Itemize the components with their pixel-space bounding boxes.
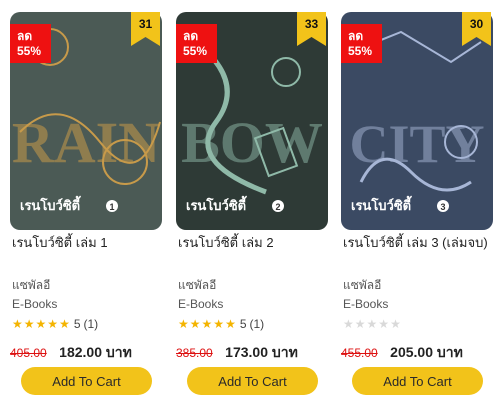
product-card: BOW เรนโบว์ซิตี้ 2 ลด 55% 33 เรนโบว์ซิตี… <box>176 12 328 402</box>
bookmark-badge: 33 <box>297 12 326 46</box>
add-to-cart-button[interactable]: Add To Cart <box>352 367 483 395</box>
rating: ★ ★ ★ ★ ★ 5 (1) <box>12 317 98 331</box>
product-author: แซพัลอี <box>12 278 51 292</box>
product-category: E-Books <box>343 297 389 311</box>
bookmark-number: 33 <box>304 17 319 31</box>
product-author: แซพัลอี <box>178 278 217 292</box>
price: 455.00 205.00 บาท <box>341 342 463 364</box>
star-icon: ★ <box>178 317 189 331</box>
product-category: E-Books <box>12 297 58 311</box>
product-card: CITY เรนโบว์ซิตี้ 3 ลด 55% 30 เรนโบว์ซิต… <box>341 12 493 402</box>
cover-big-word: CITY <box>349 114 484 174</box>
review-count: (1) <box>249 317 265 331</box>
bookmark-number: 31 <box>138 17 153 31</box>
product-author: แซพัลอี <box>343 278 382 292</box>
discount-percent: 55% <box>183 44 208 58</box>
star-rating: ★ ★ ★ ★ ★ <box>343 318 401 330</box>
discount-percent: 55% <box>348 44 373 58</box>
review-count: (1) <box>83 317 99 331</box>
product-grid: RAIN เรนโบว์ซิตี้ 1 ลด 55% 31 เรนโบว์ซิต… <box>0 0 504 408</box>
cover-title: เรนโบว์ซิตี้ <box>186 195 247 213</box>
cover-big-word: RAIN <box>12 110 160 175</box>
star-icon: ★ <box>378 317 390 331</box>
discount-label: ลด <box>17 29 33 43</box>
star-icon: ★ <box>354 317 366 331</box>
star-icon: ★ <box>35 317 47 331</box>
star-icon: ★ <box>23 317 35 331</box>
star-icon: ★ <box>12 317 23 331</box>
cover-title: เรนโบว์ซิตี้ <box>20 195 81 213</box>
bookmark-badge: 30 <box>462 12 491 46</box>
discount-badge: ลด 55% <box>176 24 217 63</box>
original-price: 385.00 <box>176 346 213 360</box>
star-icon: ★ <box>47 317 59 331</box>
star-icon: ★ <box>59 317 70 331</box>
star-rating: ★ ★ ★ ★ ★ <box>178 318 236 330</box>
bookmark-number: 30 <box>469 17 484 31</box>
cover-volume: 3 <box>440 202 445 212</box>
rating: ★ ★ ★ ★ ★ <box>343 317 408 331</box>
price: 385.00 173.00 บาท <box>176 342 298 364</box>
sale-price: 205.00 บาท <box>390 344 463 360</box>
star-icon: ★ <box>201 317 213 331</box>
rating-value: 5 <box>239 317 247 331</box>
rating: ★ ★ ★ ★ ★ 5 (1) <box>178 317 264 331</box>
sale-price: 173.00 บาท <box>225 344 298 360</box>
star-icon: ★ <box>343 317 354 331</box>
discount-percent: 55% <box>17 44 42 58</box>
cover-title: เรนโบว์ซิตี้ <box>351 195 412 213</box>
price: 405.00 182.00 บาท <box>10 342 132 364</box>
cover-volume: 1 <box>109 202 114 212</box>
discount-badge: ลด 55% <box>341 24 382 63</box>
product-title[interactable]: เรนโบว์ซิตี้ เล่ม 3 (เล่มจบ) <box>343 232 495 253</box>
product-category: E-Books <box>178 297 224 311</box>
star-icon: ★ <box>213 317 225 331</box>
star-icon: ★ <box>390 317 401 331</box>
star-rating: ★ ★ ★ ★ ★ <box>12 318 70 330</box>
cover-big-word: BOW <box>181 110 323 175</box>
sale-price: 182.00 บาท <box>59 344 132 360</box>
star-icon: ★ <box>189 317 201 331</box>
discount-label: ลด <box>348 29 364 43</box>
product-title[interactable]: เรนโบว์ซิตี้ เล่ม 1 <box>12 232 164 253</box>
original-price: 455.00 <box>341 346 378 360</box>
product-card: RAIN เรนโบว์ซิตี้ 1 ลด 55% 31 เรนโบว์ซิต… <box>10 12 162 402</box>
product-title[interactable]: เรนโบว์ซิตี้ เล่ม 2 <box>178 232 330 253</box>
cover-volume: 2 <box>275 202 280 212</box>
discount-label: ลด <box>183 29 199 43</box>
star-icon: ★ <box>366 317 378 331</box>
add-to-cart-button[interactable]: Add To Cart <box>187 367 318 395</box>
star-icon: ★ <box>225 317 236 331</box>
original-price: 405.00 <box>10 346 47 360</box>
rating-value: 5 <box>73 317 81 331</box>
bookmark-badge: 31 <box>131 12 160 46</box>
discount-badge: ลด 55% <box>10 24 51 63</box>
add-to-cart-button[interactable]: Add To Cart <box>21 367 152 395</box>
